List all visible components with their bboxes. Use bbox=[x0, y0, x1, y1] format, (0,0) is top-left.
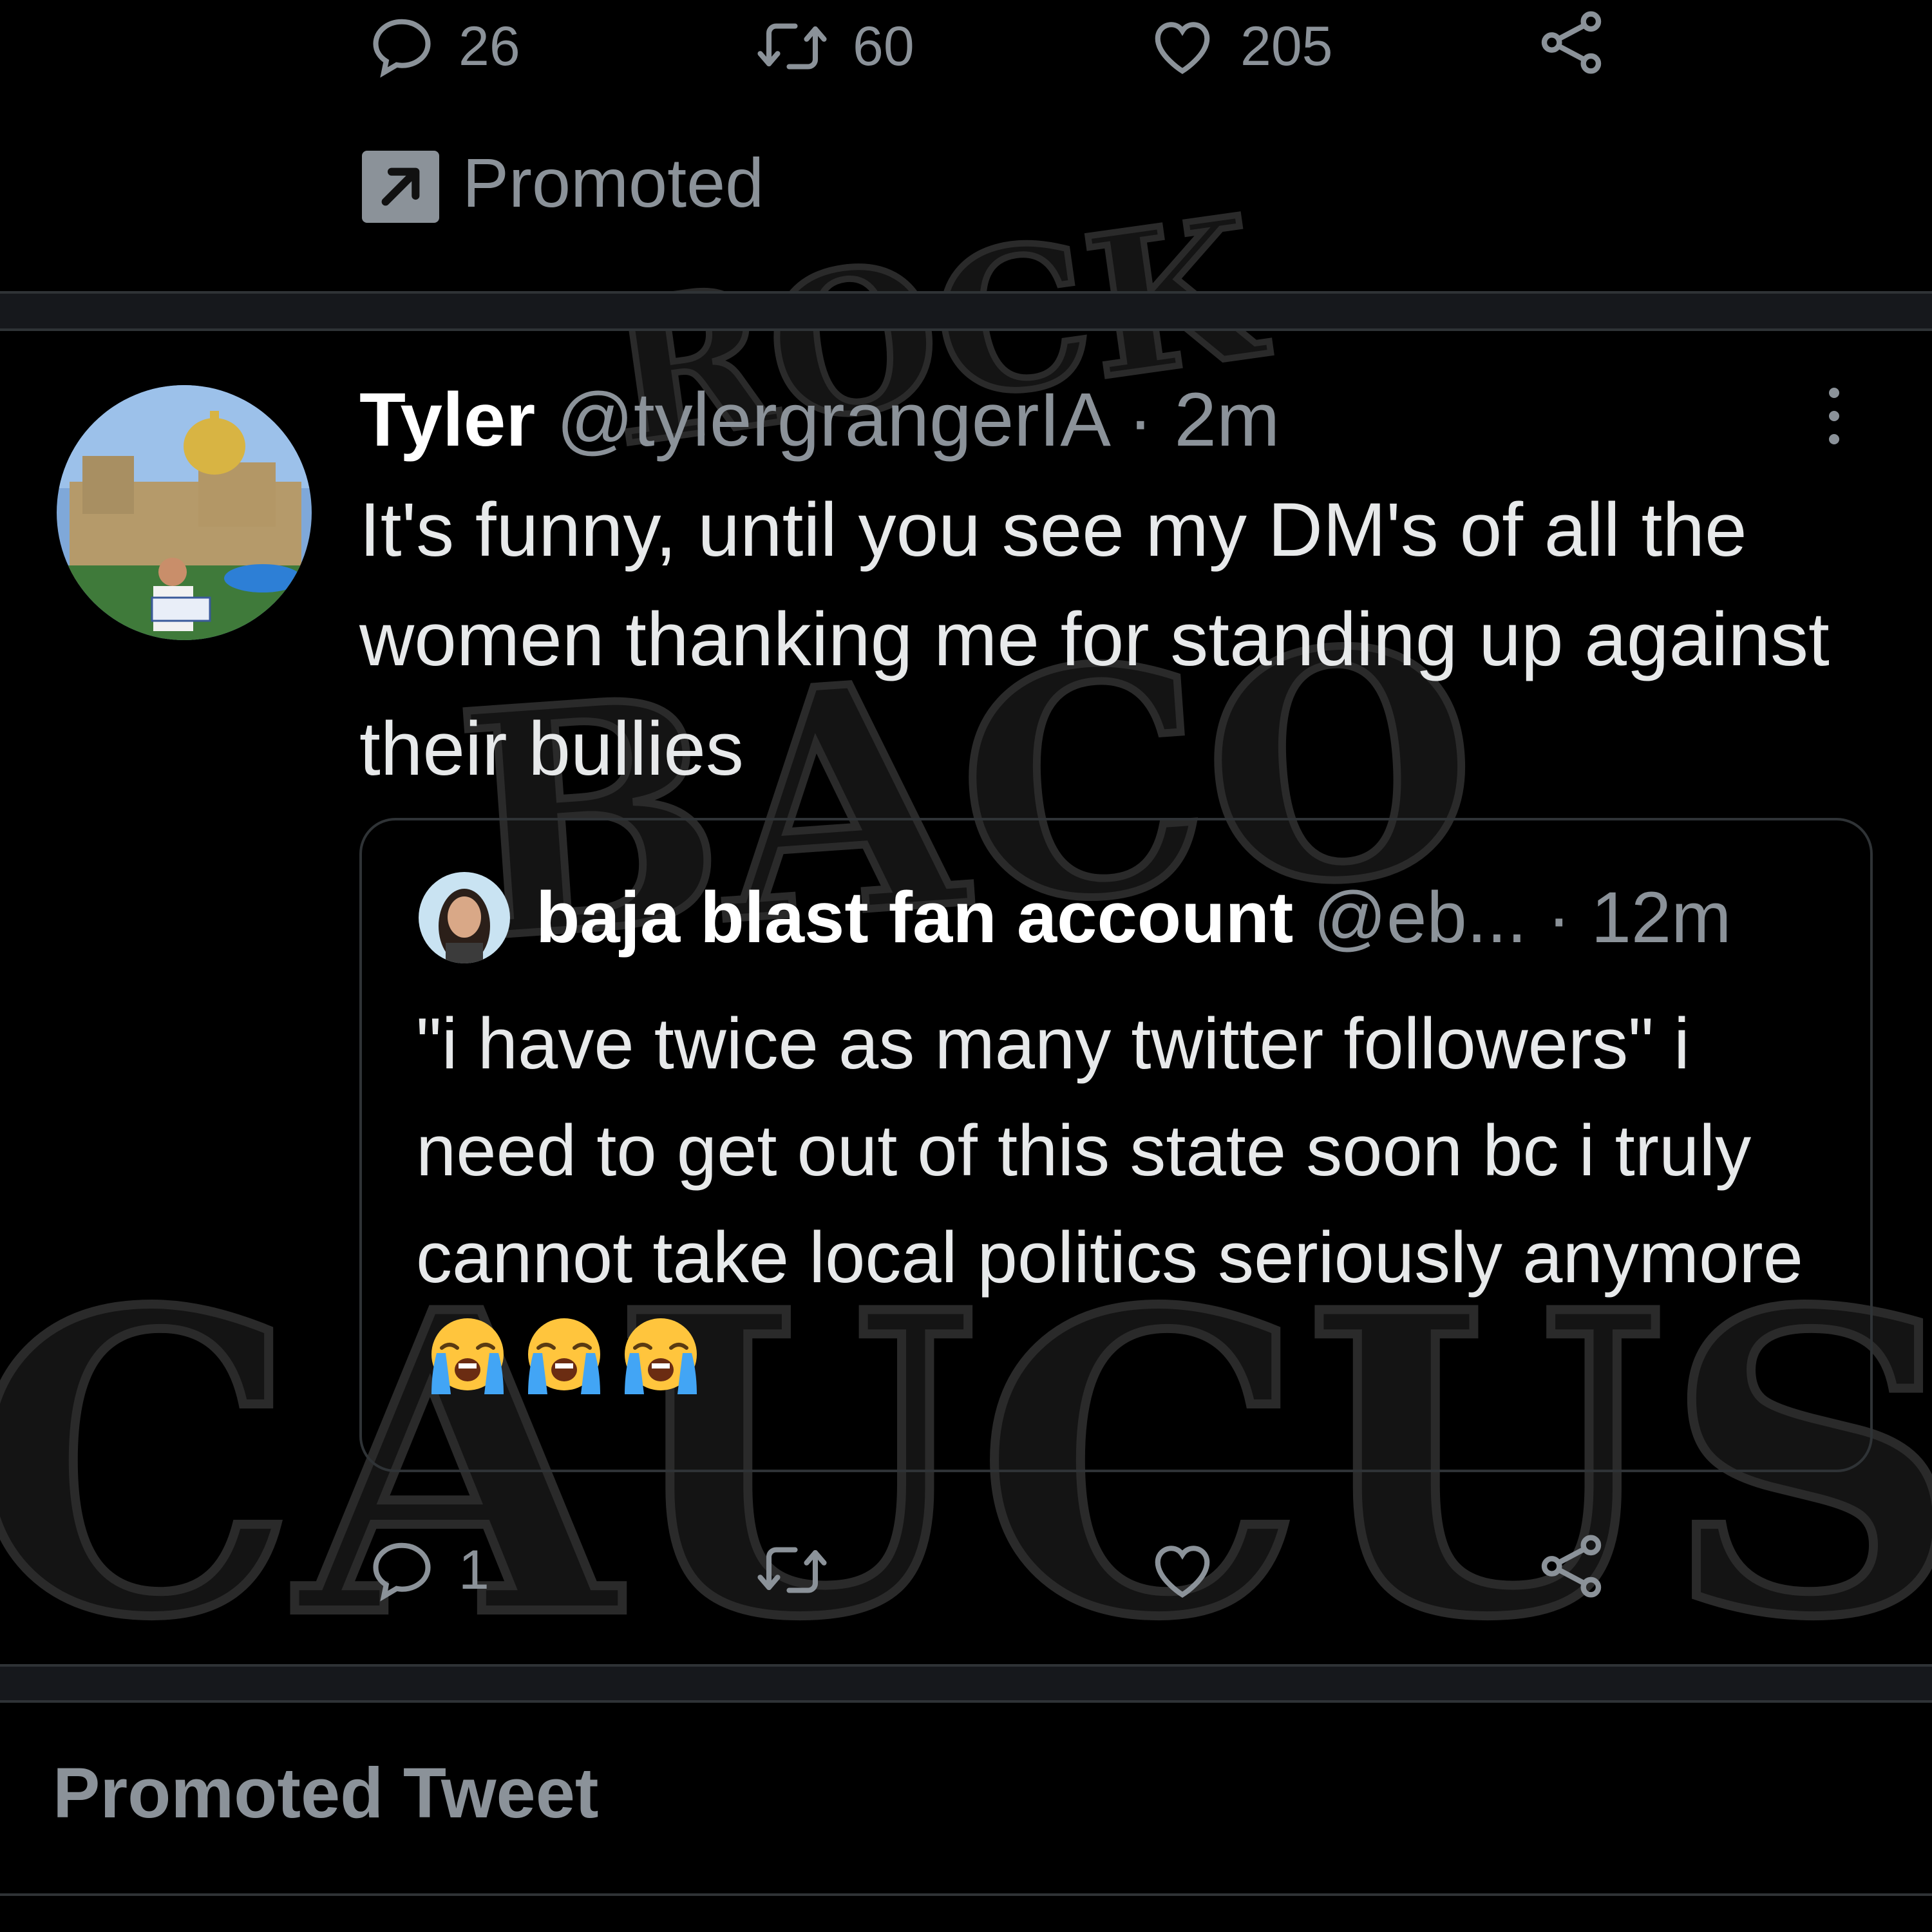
separator bbox=[0, 1664, 1932, 1703]
loudly-crying-face-emoji bbox=[431, 1318, 504, 1394]
share-icon bbox=[1541, 11, 1602, 74]
reply-icon bbox=[373, 1542, 431, 1602]
tweet-share-action[interactable] bbox=[1535, 1530, 1607, 1602]
like-count: 205 bbox=[1240, 15, 1333, 77]
retweet-action[interactable]: 60 bbox=[753, 12, 914, 81]
tweet-like-action[interactable] bbox=[1146, 1535, 1240, 1605]
quoted-tweet-text: "i have twice as many twitter followers"… bbox=[416, 1003, 1803, 1298]
quoted-header-separator: · bbox=[1547, 877, 1571, 958]
tweet-retweet-action[interactable] bbox=[753, 1535, 853, 1605]
retweet-icon bbox=[757, 1547, 827, 1593]
more-options-icon[interactable] bbox=[1821, 384, 1847, 448]
like-action[interactable]: 205 bbox=[1146, 12, 1333, 81]
reply-icon bbox=[373, 19, 431, 78]
quoted-author-handle[interactable]: @eb... bbox=[1313, 877, 1527, 958]
promoted-tweet-heading: Promoted Tweet bbox=[53, 1754, 599, 1833]
retweet-count: 60 bbox=[853, 15, 914, 77]
author-name[interactable]: Tyler bbox=[359, 377, 535, 462]
promoted-label: Promoted bbox=[462, 144, 764, 222]
share-icon bbox=[1541, 1535, 1602, 1598]
separator bbox=[0, 291, 1932, 331]
reply-action[interactable]: 26 bbox=[367, 12, 520, 81]
retweet-icon bbox=[757, 23, 827, 70]
tweet-reply-action[interactable]: 1 bbox=[367, 1535, 489, 1605]
heart-icon bbox=[1155, 1546, 1210, 1598]
tweet-time[interactable]: 2m bbox=[1174, 377, 1280, 462]
header-separator: · bbox=[1128, 377, 1153, 462]
tweet-reply-count: 1 bbox=[459, 1539, 489, 1601]
avatar[interactable] bbox=[57, 385, 312, 640]
tweet-header: Tyler @tylergrangerIA · 2m bbox=[359, 375, 1280, 465]
heart-icon bbox=[1155, 22, 1210, 75]
quoted-avatar-photo bbox=[419, 872, 510, 963]
quoted-tweet[interactable]: baja blast fan account @eb... · 12m "i h… bbox=[359, 818, 1873, 1472]
author-handle[interactable]: @tylergrangerIA bbox=[556, 377, 1106, 462]
quoted-tweet-time[interactable]: 12m bbox=[1591, 877, 1732, 958]
promoted-badge bbox=[362, 151, 439, 223]
loudly-crying-face-emoji bbox=[625, 1318, 697, 1394]
loudly-crying-face-emoji bbox=[528, 1318, 600, 1394]
reply-count: 26 bbox=[459, 15, 520, 77]
divider bbox=[0, 1893, 1932, 1896]
quoted-author-name[interactable]: baja blast fan account bbox=[536, 877, 1293, 958]
quoted-tweet-body: "i have twice as many twitter followers"… bbox=[416, 990, 1846, 1418]
quoted-avatar[interactable] bbox=[419, 872, 510, 963]
quoted-header: baja blast fan account @eb... · 12m bbox=[536, 872, 1731, 963]
avatar-photo bbox=[57, 385, 312, 640]
emoji-row bbox=[416, 1318, 706, 1405]
share-action[interactable] bbox=[1535, 6, 1607, 79]
promoted-arrow-icon bbox=[381, 167, 420, 206]
tweet-text: It's funny, until you see my DM's of all… bbox=[359, 488, 1830, 791]
